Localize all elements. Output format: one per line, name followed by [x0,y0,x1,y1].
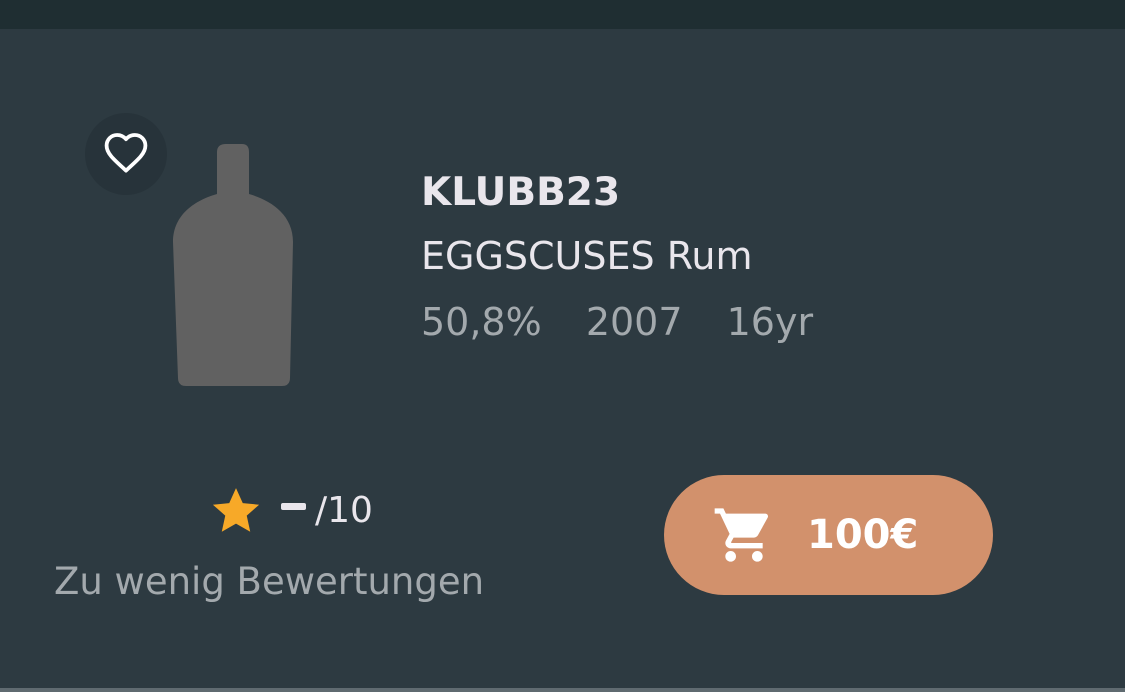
product-specs: 50,8% 2007 16yr [421,296,845,348]
shopping-cart-icon [714,508,769,562]
price-label: 100€ [807,512,919,558]
age-value: 16yr [726,300,814,344]
rating-note: Zu wenig Bewertungen [54,560,485,603]
vintage-value: 2007 [585,300,683,344]
heart-outline-icon [104,133,148,173]
divider [0,688,1125,692]
rating-value [281,502,306,510]
favorite-button[interactable] [85,113,167,195]
producer-name: KLUBB23 [421,170,621,215]
star-icon [212,488,260,532]
abv-value: 50,8% [421,300,542,344]
buy-button[interactable]: 100€ [664,475,993,595]
rating: /10 [208,482,373,540]
rating-scale: /10 [315,490,373,531]
product-name: EGGSCUSES Rum [421,234,753,278]
bottle-icon [173,144,293,386]
top-bar [0,0,1125,29]
